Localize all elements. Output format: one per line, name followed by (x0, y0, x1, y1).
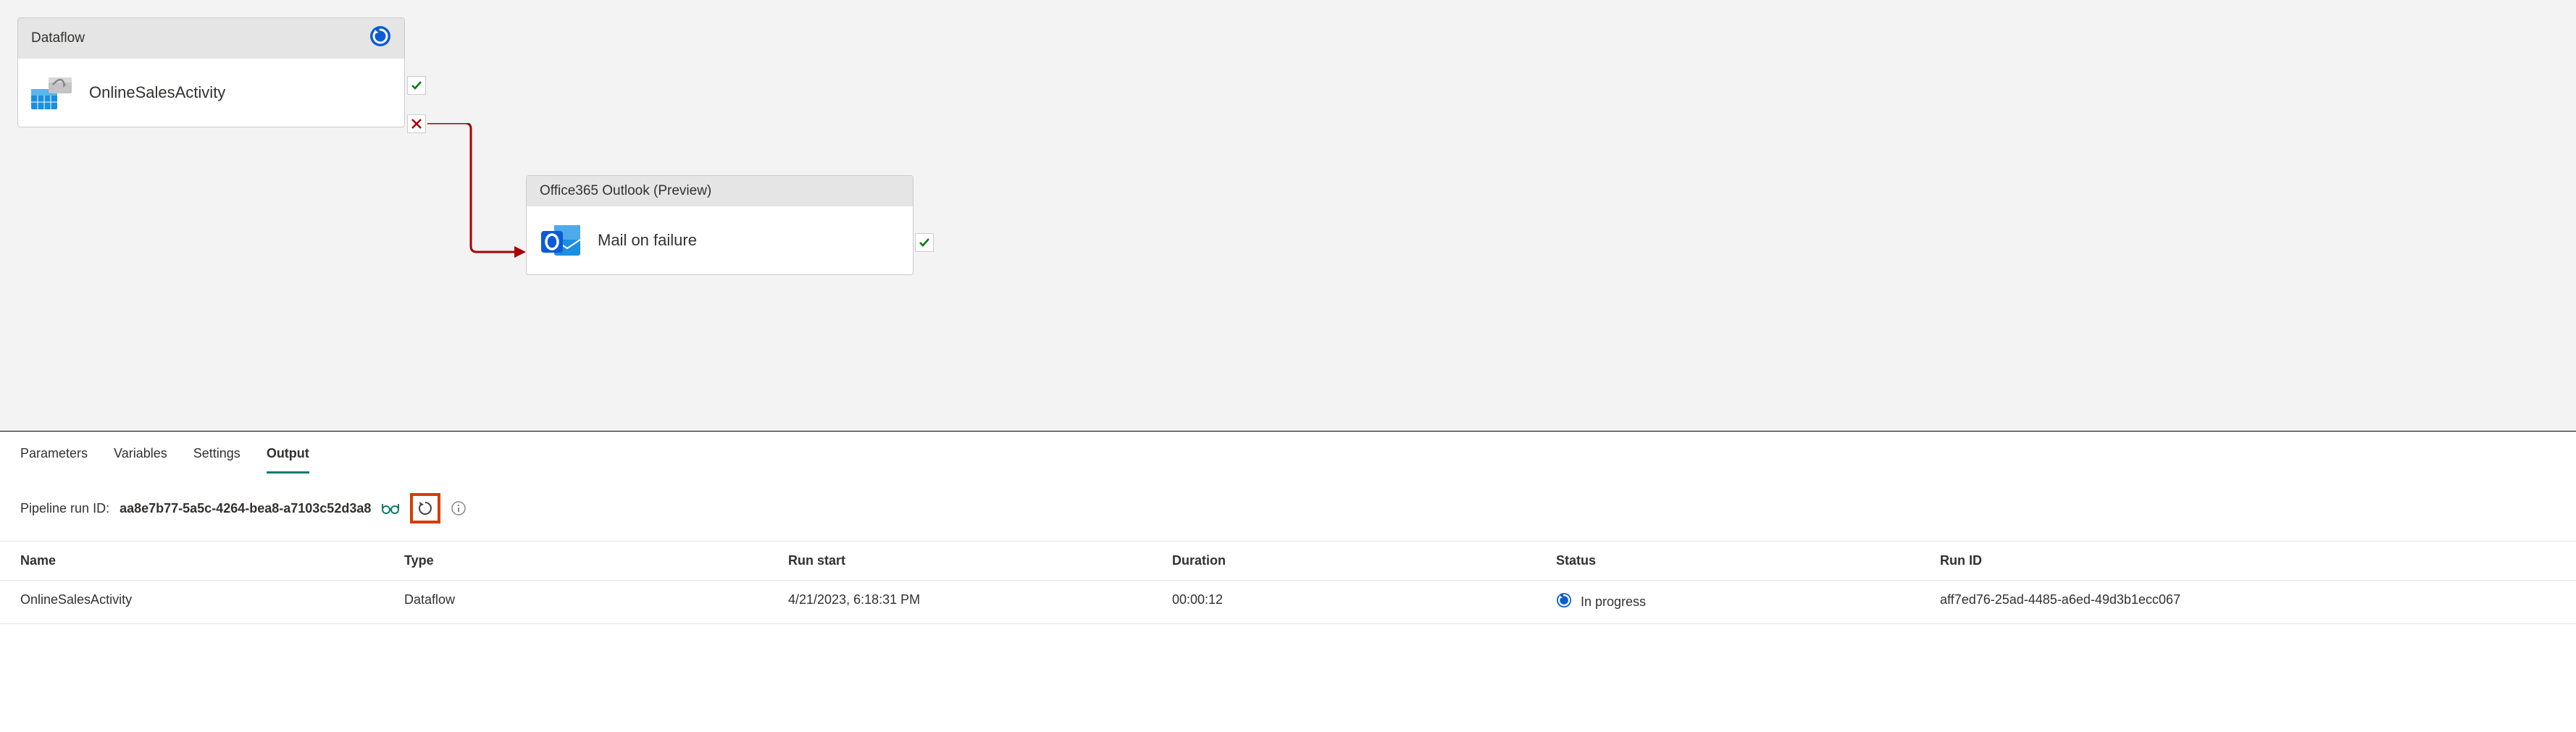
col-type[interactable]: Type (404, 553, 788, 568)
activity-outlook[interactable]: Office365 Outlook (Preview) Mail on fail… (526, 175, 913, 275)
tab-settings[interactable]: Settings (193, 446, 241, 474)
success-port-icon[interactable] (915, 233, 934, 252)
cell-type: Dataflow (404, 592, 788, 612)
activity-outlook-body: Mail on failure (527, 206, 913, 274)
table-row[interactable]: OnlineSalesActivity Dataflow 4/21/2023, … (0, 581, 2576, 624)
tabs: Parameters Variables Settings Output (20, 446, 2556, 474)
run-id-value: aa8e7b77-5a5c-4264-bea8-a7103c52d3a8 (120, 501, 371, 516)
activity-dataflow-body: OnlineSalesActivity (18, 59, 404, 127)
cell-status-text: In progress (1581, 594, 1646, 610)
cell-status: In progress (1556, 592, 1940, 612)
success-port-icon[interactable] (407, 76, 426, 95)
cell-run-id: aff7ed76-25ad-4485-a6ed-49d3b1ecc067 (1940, 592, 2556, 612)
view-details-icon[interactable] (381, 502, 400, 515)
cell-name: OnlineSalesActivity (20, 592, 404, 612)
activity-dataflow[interactable]: Dataflow (17, 17, 405, 127)
failure-port-icon[interactable] (407, 114, 426, 133)
run-id-row: Pipeline run ID: aa8e7b77-5a5c-4264-bea8… (0, 474, 2576, 542)
col-duration[interactable]: Duration (1172, 553, 1556, 568)
refresh-button[interactable] (410, 493, 440, 523)
tab-output[interactable]: Output (267, 446, 309, 474)
col-name[interactable]: Name (20, 553, 404, 568)
activity-outlook-name: Mail on failure (598, 231, 697, 250)
in-progress-icon (369, 25, 391, 51)
col-status[interactable]: Status (1556, 553, 1940, 568)
activity-dataflow-name: OnlineSalesActivity (89, 83, 225, 102)
outlook-icon (540, 222, 582, 258)
col-run-id[interactable]: Run ID (1940, 553, 2556, 568)
tab-parameters[interactable]: Parameters (20, 446, 88, 474)
run-id-label: Pipeline run ID: (20, 501, 109, 516)
activity-dataflow-header: Dataflow (18, 18, 404, 59)
output-table: Name Type Run start Duration Status Run … (0, 542, 2576, 624)
tab-variables[interactable]: Variables (114, 446, 167, 474)
dataflow-icon (31, 75, 73, 111)
in-progress-icon (1556, 592, 1572, 612)
cell-run-start: 4/21/2023, 6:18:31 PM (788, 592, 1172, 612)
table-header: Name Type Run start Duration Status Run … (0, 542, 2576, 581)
info-icon[interactable] (451, 500, 467, 516)
failure-connector (414, 123, 538, 268)
activity-outlook-header-label: Office365 Outlook (Preview) (540, 183, 711, 199)
bottom-panel: Parameters Variables Settings Output (0, 432, 2576, 474)
activity-dataflow-header-label: Dataflow (31, 30, 85, 46)
activity-outlook-header: Office365 Outlook (Preview) (527, 176, 913, 206)
cell-duration: 00:00:12 (1172, 592, 1556, 612)
col-run-start[interactable]: Run start (788, 553, 1172, 568)
pipeline-canvas[interactable]: Dataflow (0, 0, 2576, 432)
